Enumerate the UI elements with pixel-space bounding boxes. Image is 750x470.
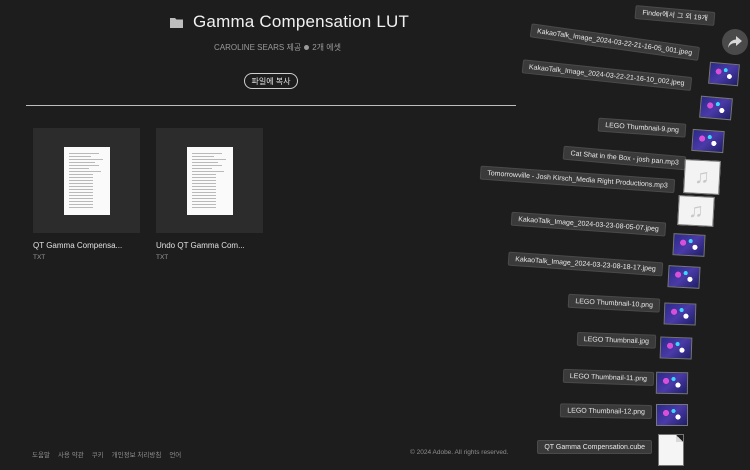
text-document-icon bbox=[186, 146, 233, 215]
divider bbox=[26, 105, 516, 106]
drag-item-label: LEGO Thumbnail-9.png bbox=[597, 117, 687, 138]
drag-count-label: Finder에서 그 외 19개 bbox=[634, 5, 716, 26]
footer-link-language[interactable]: 언어 bbox=[169, 449, 181, 459]
image-thumbnail-icon bbox=[691, 128, 725, 154]
drag-item: QT Gamma Compensation.cube bbox=[520, 440, 652, 454]
asset-thumbnail[interactable] bbox=[156, 128, 263, 233]
share-arrow-icon bbox=[728, 36, 742, 48]
drag-item-label: LEGO Thumbnail.jpg bbox=[576, 331, 657, 349]
share-button[interactable] bbox=[722, 29, 748, 55]
shared-folder-page: Gamma Compensation LUT CAROLINE SEARS 제공… bbox=[0, 0, 750, 470]
document-file-icon bbox=[658, 434, 684, 466]
text-document-icon bbox=[63, 146, 110, 215]
drag-item: LEGO Thumbnail-11.png bbox=[540, 368, 655, 386]
footer-links: 도움말 사용 약관 쿠키 개인정보 처리방침 언어 bbox=[32, 449, 181, 459]
image-thumbnail-icon bbox=[672, 233, 706, 257]
drag-item: LEGO Thumbnail-12.png bbox=[540, 403, 653, 419]
copyright: © 2024 Adobe. All rights reserved. bbox=[410, 449, 509, 456]
drag-item: LEGO Thumbnail.jpg bbox=[560, 331, 657, 349]
asset-type: TXT bbox=[33, 254, 46, 261]
drag-item-label: KakaoTalk_Image_2024-03-23-08-05-07.jpeg bbox=[510, 211, 667, 237]
drag-item: KakaoTalk_Image_2024-03-22-21-16-05_001.… bbox=[500, 19, 701, 61]
footer-link-privacy[interactable]: 개인정보 처리방침 bbox=[112, 449, 162, 459]
title-row: Gamma Compensation LUT bbox=[170, 12, 409, 32]
drag-item: LEGO Thumbnail-10.png bbox=[560, 293, 661, 313]
copy-to-files-button[interactable]: 파일에 복사 bbox=[244, 73, 298, 89]
drag-item-label: Cat Shat in the Box - josh pan.mp3 bbox=[563, 145, 687, 171]
asset-type: TXT bbox=[156, 254, 169, 261]
drag-item-label: LEGO Thumbnail-10.png bbox=[567, 293, 661, 313]
music-note-icon: ♫ bbox=[677, 195, 715, 227]
drag-item-label: QT Gamma Compensation.cube bbox=[537, 440, 652, 454]
drag-item-label: KakaoTalk_Image_2024-03-22-21-16-10_002.… bbox=[521, 59, 693, 91]
drag-item: LEGO Thumbnail-9.png bbox=[580, 116, 687, 138]
separator-dot-icon bbox=[304, 45, 310, 50]
asset-thumbnail[interactable] bbox=[33, 128, 140, 233]
folder-icon bbox=[170, 17, 183, 28]
owner-label: CAROLINE SEARS 제공 bbox=[214, 43, 302, 52]
asset-name[interactable]: Undo QT Gamma Com... bbox=[156, 241, 263, 250]
drag-item-label: KakaoTalk_Image_2024-03-23-08-18-17.jpeg bbox=[507, 251, 664, 277]
footer-link-help[interactable]: 도움말 bbox=[32, 449, 50, 459]
footer-link-terms[interactable]: 사용 약관 bbox=[58, 449, 84, 459]
image-thumbnail-icon bbox=[708, 61, 740, 87]
drag-item: KakaoTalk_Image_2024-03-22-21-16-10_002.… bbox=[500, 57, 693, 91]
drag-item-label: LEGO Thumbnail-12.png bbox=[560, 403, 653, 419]
image-thumbnail-icon bbox=[656, 404, 688, 426]
asset-card[interactable]: QT Gamma Compensa... TXT bbox=[33, 128, 140, 261]
image-thumbnail-icon bbox=[659, 336, 693, 360]
music-note-icon: ♫ bbox=[683, 159, 721, 195]
drag-item: Cat Shat in the Box - josh pan.mp3 bbox=[540, 144, 687, 171]
drag-item-label: LEGO Thumbnail-11.png bbox=[562, 368, 655, 386]
drag-item-label: Tomorrowville - Josh Kirsch_Media Right … bbox=[479, 165, 676, 194]
drag-item-label: KakaoTalk_Image_2024-03-22-21-16-05_001.… bbox=[529, 23, 701, 61]
drag-item: KakaoTalk_Image_2024-03-23-08-18-17.jpeg bbox=[480, 250, 664, 277]
image-thumbnail-icon bbox=[699, 95, 733, 121]
folder-meta: CAROLINE SEARS 제공 2개 에셋 bbox=[214, 42, 341, 53]
asset-name[interactable]: QT Gamma Compensa... bbox=[33, 241, 140, 250]
page-title: Gamma Compensation LUT bbox=[193, 12, 410, 31]
asset-card[interactable]: Undo QT Gamma Com... TXT bbox=[156, 128, 263, 261]
drag-item: KakaoTalk_Image_2024-03-23-08-05-07.jpeg bbox=[480, 210, 667, 237]
drag-stack-header: Finder에서 그 외 19개 bbox=[600, 2, 716, 26]
footer-link-cookies[interactable]: 쿠키 bbox=[92, 449, 104, 459]
image-thumbnail-icon bbox=[667, 265, 701, 289]
drag-item: Tomorrowville - Josh Kirsch_Media Right … bbox=[470, 165, 676, 194]
image-thumbnail-icon bbox=[663, 302, 697, 326]
asset-count: 2개 에셋 bbox=[312, 43, 341, 52]
image-thumbnail-icon bbox=[655, 371, 689, 395]
